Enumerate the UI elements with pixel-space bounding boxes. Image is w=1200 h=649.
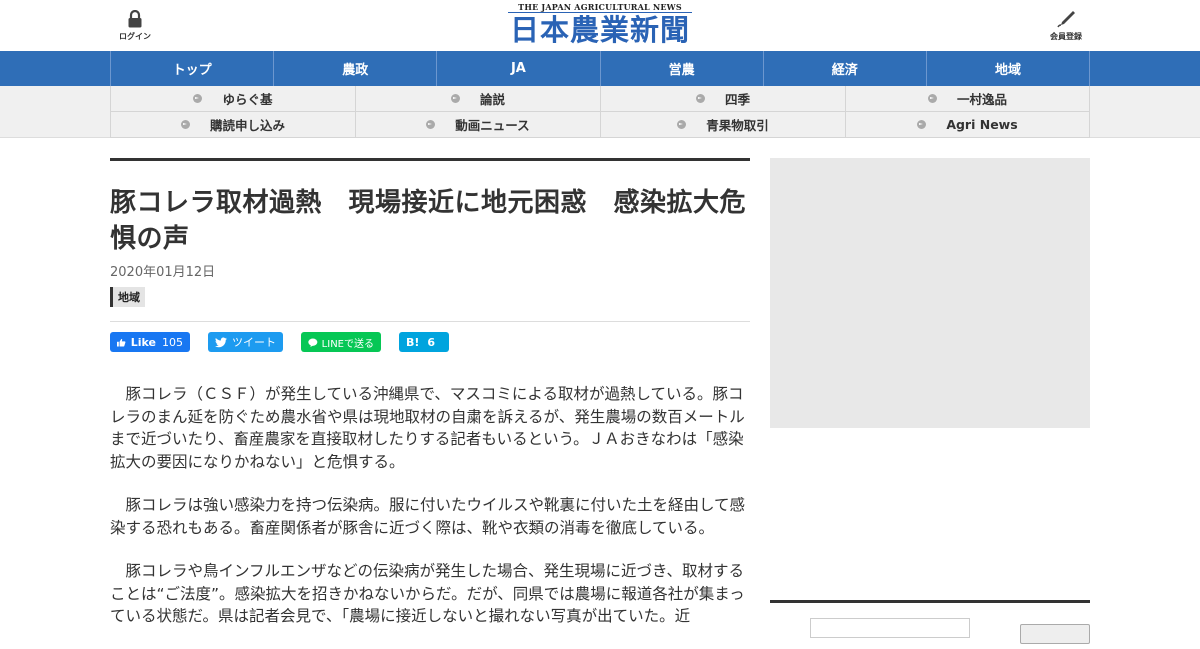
login-button[interactable]: ログイン bbox=[115, 10, 155, 42]
login-label: ログイン bbox=[119, 32, 151, 41]
hatena-count: 6 bbox=[427, 335, 436, 349]
nav-item-region[interactable]: 地域 bbox=[925, 51, 1091, 86]
chevron-right-icon bbox=[180, 120, 190, 129]
subnav-label: 購読申し込み bbox=[209, 118, 285, 133]
subnav-item-video[interactable]: 動画ニュース bbox=[355, 112, 600, 138]
article-paragraph: 豚コレラ（ＣＳＦ）が発生している沖縄県で、マスコミによる取材が過熱している。豚コ… bbox=[110, 385, 745, 471]
article: 豚コレラ取材過熱 現場接近に地元困惑 感染拡大危惧の声 2020年01月12日 … bbox=[110, 158, 750, 649]
thumbs-up-icon bbox=[117, 338, 126, 347]
lock-icon bbox=[128, 10, 142, 28]
facebook-like-label: Like bbox=[130, 335, 156, 349]
nav-item-policy[interactable]: 農政 bbox=[273, 51, 436, 86]
article-paragraph: 豚コレラは強い感染力を持つ伝染病。服に付いたウイルスや靴裏に付いた土を経由して感… bbox=[110, 496, 746, 537]
line-share-label: LINEで送る bbox=[321, 338, 374, 350]
subnav-label: 論説 bbox=[479, 92, 505, 107]
subnav-item-editorial[interactable]: 論説 bbox=[355, 86, 600, 112]
line-share-button[interactable]: LINEで送る bbox=[301, 332, 381, 352]
article-body: 豚コレラ（ＣＳＦ）が発生している沖縄県で、マスコミによる取材が過熱している。豚コ… bbox=[110, 383, 750, 628]
line-icon bbox=[308, 337, 318, 347]
hatena-bookmark-button[interactable]: B! 6 bbox=[399, 332, 449, 352]
logo-japanese: 日本農業新聞 bbox=[507, 12, 692, 47]
subnav-label: 動画ニュース bbox=[455, 118, 530, 133]
member-label: 会員登録 bbox=[1050, 32, 1082, 41]
chevron-right-icon bbox=[193, 94, 203, 103]
chevron-right-icon bbox=[695, 94, 705, 103]
subnav-label: Agri News bbox=[946, 117, 1018, 132]
subnav-item-agri-news[interactable]: Agri News bbox=[845, 112, 1090, 138]
nav-item-top[interactable]: トップ bbox=[110, 51, 273, 86]
subnav-item-isson[interactable]: 一村逸品 bbox=[845, 86, 1090, 112]
hatena-label: B! bbox=[406, 335, 420, 349]
site-logo[interactable]: THE JAPAN AGRICULTURAL NEWS 日本農業新聞 bbox=[500, 2, 700, 47]
subnav-label: ゆらぐ基 bbox=[222, 92, 273, 107]
divider bbox=[110, 321, 750, 322]
facebook-like-count: 105 bbox=[162, 335, 183, 349]
site-header: ログイン THE JAPAN AGRICULTURAL NEWS 日本農業新聞 … bbox=[0, 0, 1200, 51]
subnav-label: 一村逸品 bbox=[956, 92, 1007, 107]
chevron-right-icon bbox=[677, 120, 687, 129]
chevron-right-icon bbox=[426, 120, 436, 129]
primary-nav: トップ 農政 JA 営農 経済 地域 bbox=[0, 51, 1200, 86]
logo-english: THE JAPAN AGRICULTURAL NEWS bbox=[518, 2, 682, 12]
chevron-right-icon bbox=[450, 94, 460, 103]
subnav-label: 四季 bbox=[724, 92, 750, 107]
subnav-item-yuragu[interactable]: ゆらぐ基 bbox=[110, 86, 355, 112]
twitter-tweet-label: ツイート bbox=[232, 336, 276, 349]
article-top-rule bbox=[110, 158, 750, 161]
sidebar-search-button[interactable] bbox=[1020, 624, 1090, 644]
twitter-tweet-button[interactable]: ツイート bbox=[208, 332, 283, 352]
subnav-item-subscribe[interactable]: 購読申し込み bbox=[110, 112, 355, 138]
category-tag[interactable]: 地域 bbox=[110, 287, 145, 307]
facebook-like-button[interactable]: Like 105 bbox=[110, 332, 190, 352]
sidebar-search-input[interactable] bbox=[810, 618, 970, 638]
sidebar-ad-slot[interactable] bbox=[770, 158, 1090, 428]
nav-item-farming[interactable]: 営農 bbox=[599, 51, 763, 86]
subnav-label: 青果物取引 bbox=[706, 118, 769, 133]
article-paragraph: 豚コレラや鳥インフルエンザなどの伝染病が発生した場合、発生現場に近づき、取材する… bbox=[110, 562, 745, 625]
article-title: 豚コレラ取材過熱 現場接近に地元困惑 感染拡大危惧の声 bbox=[110, 188, 747, 254]
pen-icon bbox=[1057, 11, 1075, 28]
bird-icon bbox=[215, 337, 227, 347]
nav-item-economy[interactable]: 経済 bbox=[762, 51, 926, 86]
nav-item-ja[interactable]: JA bbox=[436, 51, 599, 86]
share-buttons: Like 105 ツイート LINEで送る B! 6 bbox=[110, 332, 750, 352]
chevron-right-icon bbox=[927, 94, 937, 103]
sidebar-section-rule bbox=[770, 600, 1090, 603]
subnav-item-produce[interactable]: 青果物取引 bbox=[600, 112, 845, 138]
chevron-right-icon bbox=[917, 120, 927, 129]
article-date: 2020年01月12日 bbox=[110, 265, 216, 280]
secondary-nav: ゆらぐ基 論説 四季 一村逸品 購読申し込み 動画ニュース 青果物取引 Agri… bbox=[0, 86, 1200, 138]
member-register-button[interactable]: 会員登録 bbox=[1044, 10, 1088, 42]
subnav-item-shiki[interactable]: 四季 bbox=[600, 86, 845, 112]
